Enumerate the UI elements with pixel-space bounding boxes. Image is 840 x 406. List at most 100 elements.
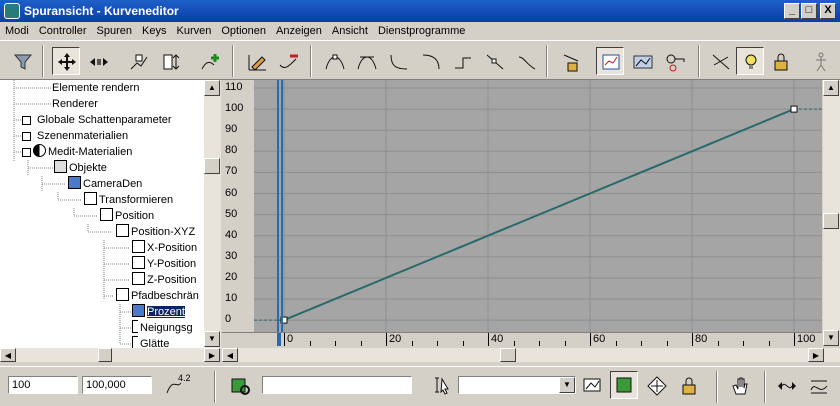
tree-item-glaette[interactable]: Glätte: [132, 336, 169, 348]
time-ruler[interactable]: 0 20 40 60 80 100: [222, 332, 822, 346]
chevron-down-icon[interactable]: ▼: [559, 377, 575, 393]
tangent-smooth-button[interactable]: [512, 47, 540, 75]
scroll-right-icon[interactable]: ▶: [808, 348, 824, 362]
tree-item-neigungsgrad[interactable]: Neigungsg: [132, 320, 193, 336]
transform-controller-icon: [84, 192, 97, 205]
add-keys-button[interactable]: [196, 47, 224, 75]
tree-item-position-xyz[interactable]: Position-XYZ: [116, 224, 195, 240]
menu-kurven[interactable]: Kurven: [171, 22, 216, 40]
scale-keys-button[interactable]: [156, 47, 184, 75]
move-keys-button[interactable]: [52, 47, 80, 75]
show-keys-button[interactable]: [596, 47, 624, 75]
scroll-left-icon[interactable]: ◀: [222, 348, 238, 362]
filter-button[interactable]: [8, 47, 36, 75]
pan-hand-icon[interactable]: [726, 371, 754, 399]
tangent-linear-button[interactable]: [480, 47, 508, 75]
scroll-down-icon[interactable]: ▼: [204, 331, 220, 347]
tree-horizontal-scrollbar[interactable]: ◀ ▶: [0, 348, 220, 362]
menu-keys[interactable]: Keys: [137, 22, 171, 40]
tree-item-x-position[interactable]: X-Position: [132, 240, 197, 256]
lock-tangents-button[interactable]: [556, 47, 584, 75]
frame-horizontal-button[interactable]: [772, 371, 800, 399]
move-horizontal-button[interactable]: [84, 47, 112, 75]
menu-anzeigen[interactable]: Anzeigen: [271, 22, 327, 40]
tree-item-transformieren[interactable]: Transformieren: [84, 192, 173, 208]
curve-canvas[interactable]: [222, 80, 822, 332]
scroll-up-icon[interactable]: ▲: [823, 80, 839, 96]
biped-button[interactable]: [806, 47, 834, 75]
tangent-step-button[interactable]: [448, 47, 476, 75]
time-slider-marker[interactable]: [277, 333, 281, 346]
unlock-keys-button[interactable]: [660, 47, 688, 75]
curve-graph[interactable]: [222, 80, 822, 332]
scroll-thumb[interactable]: [823, 213, 839, 229]
lock-selection-button[interactable]: [766, 47, 794, 75]
scroll-down-icon[interactable]: ▼: [823, 330, 839, 346]
isolate-curve-button[interactable]: [642, 371, 670, 399]
scroll-thumb[interactable]: [98, 348, 112, 362]
tangent-custom-button[interactable]: [352, 47, 380, 75]
value-field[interactable]: 100,000: [82, 376, 152, 394]
edit-name-button[interactable]: [428, 371, 456, 399]
tree-item-cameraden[interactable]: CameraDen: [68, 176, 142, 192]
frame-value-button[interactable]: [804, 371, 832, 399]
tree-vertical-scrollbar[interactable]: ▲ ▼: [204, 80, 221, 348]
scroll-up-icon[interactable]: ▲: [204, 80, 220, 96]
tangent-fast-button[interactable]: [384, 47, 412, 75]
tree-item-elemente-rendern[interactable]: Elemente rendern: [52, 80, 139, 96]
tree-item-objekte[interactable]: Objekte: [54, 160, 107, 176]
search-field[interactable]: [262, 376, 412, 394]
scroll-right-icon[interactable]: ▶: [204, 348, 220, 362]
tree-item-label: Transformieren: [99, 194, 174, 206]
show-tangents-button[interactable]: [706, 47, 734, 75]
menu-dienstprogramme[interactable]: Dienstprogramme: [373, 22, 470, 40]
tree-item-pfadbeschraenkung[interactable]: Pfadbeschrän: [116, 288, 199, 304]
zoom-value-display[interactable]: 4.2: [164, 373, 194, 399]
tree-item-position[interactable]: Position: [100, 208, 154, 224]
tree-item-label: Glätte: [140, 338, 170, 348]
frame-field[interactable]: 100: [8, 376, 78, 394]
show-light-button[interactable]: [736, 47, 764, 75]
show-selected-button[interactable]: [610, 371, 638, 399]
scroll-left-icon[interactable]: ◀: [0, 348, 16, 362]
show-range-button[interactable]: [628, 47, 656, 75]
filter-lock-button[interactable]: [674, 371, 702, 399]
maximize-button[interactable]: □: [801, 3, 817, 19]
menu-spuren[interactable]: Spuren: [92, 22, 137, 40]
slide-keys-button[interactable]: [124, 47, 152, 75]
filter-dropdown[interactable]: ▼: [458, 376, 576, 394]
tree-item-globale-schattenparameter[interactable]: Globale Schattenparameter: [22, 112, 172, 128]
tree-item-medit-materialien[interactable]: Medit-Materialien: [22, 144, 132, 160]
tree-item-szenenmaterialien[interactable]: Szenenmaterialien: [22, 128, 128, 144]
tangent-slow-button[interactable]: [416, 47, 444, 75]
expand-icon[interactable]: [22, 132, 31, 141]
tree-item-label: Y-Position: [147, 258, 197, 270]
tree-item-label: X-Position: [147, 242, 198, 254]
menu-optionen[interactable]: Optionen: [216, 22, 271, 40]
scroll-thumb[interactable]: [204, 158, 220, 174]
tree-item-y-position[interactable]: Y-Position: [132, 256, 196, 272]
expand-icon[interactable]: [22, 116, 31, 125]
graph-vertical-scrollbar[interactable]: ▲ ▼: [823, 80, 840, 346]
tangent-auto-button[interactable]: [320, 47, 348, 75]
menu-ansicht[interactable]: Ansicht: [327, 22, 373, 40]
close-button[interactable]: X: [820, 3, 836, 19]
select-by-name-button[interactable]: [226, 371, 254, 399]
scroll-thumb[interactable]: [500, 348, 516, 362]
reduce-keys-button[interactable]: [274, 47, 302, 75]
draw-curves-button[interactable]: [242, 47, 270, 75]
menu-bar: Modi Controller Spuren Keys Kurven Optionen An…: [0, 22, 840, 40]
expand-icon[interactable]: [22, 148, 31, 157]
show-curve-button[interactable]: [578, 371, 606, 399]
x-minor-tick: [360, 341, 362, 346]
tree-item-z-position[interactable]: Z-Position: [132, 272, 197, 288]
graph-horizontal-scrollbar[interactable]: ◀ ▶: [222, 348, 840, 362]
minimize-button[interactable]: _: [784, 3, 800, 19]
tree-item-renderer[interactable]: Renderer: [52, 96, 98, 112]
menu-controller[interactable]: Controller: [34, 22, 92, 40]
x-minor-tick: [743, 341, 744, 346]
menu-modi[interactable]: Modi: [0, 22, 34, 40]
tree-item-prozent[interactable]: Prozent: [132, 304, 185, 320]
x-minor-tick: [309, 341, 311, 346]
x-minor-tick: [462, 341, 464, 346]
